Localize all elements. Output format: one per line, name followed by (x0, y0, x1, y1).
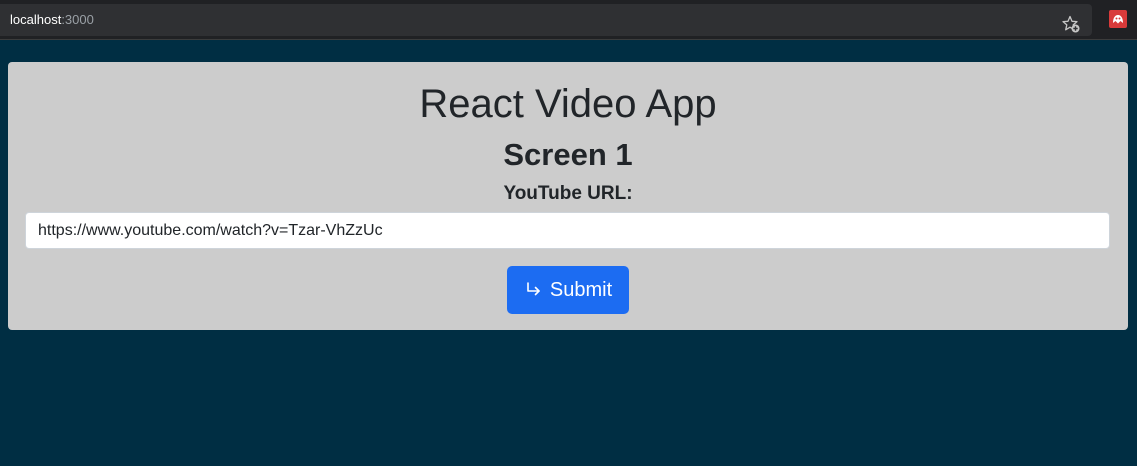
bookmark-star-icon[interactable] (1061, 14, 1081, 34)
arrow-return-right-icon (524, 280, 544, 300)
url-port: :3000 (61, 12, 94, 27)
app-card: React Video App Screen 1 YouTube URL: Su… (8, 62, 1128, 330)
url-host: localhost (10, 12, 62, 27)
youtube-url-input[interactable] (25, 212, 1110, 249)
youtube-url-label: YouTube URL: (503, 183, 633, 204)
submit-button[interactable]: Submit (507, 266, 629, 314)
address-text[interactable]: localhost:3000 (10, 12, 94, 27)
extension-icon[interactable] (1109, 10, 1127, 28)
submit-label: Submit (549, 278, 613, 301)
app-title: React Video App (419, 82, 717, 126)
screen-title: Screen 1 (503, 137, 633, 172)
browser-toolbar: localhost:3000 (0, 0, 1137, 40)
address-bar[interactable]: localhost:3000 (0, 4, 1092, 36)
